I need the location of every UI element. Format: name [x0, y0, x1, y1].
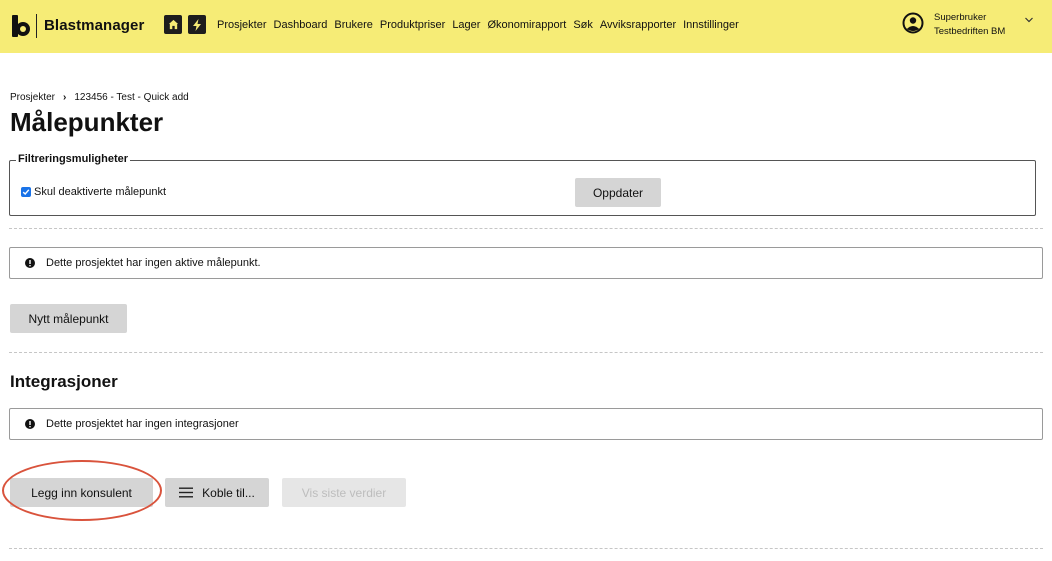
- no-measurement-points-alert: Dette prosjektet har ingen aktive målepu…: [9, 247, 1043, 279]
- page-title: Målepunkter: [10, 107, 164, 137]
- connect-button[interactable]: Koble til...: [165, 478, 269, 507]
- menu-icon: [179, 487, 194, 498]
- new-measurement-point-button[interactable]: Nytt målepunkt: [10, 304, 127, 333]
- home-button[interactable]: [164, 15, 182, 34]
- filter-fieldset: Filtreringsmuligheter Skul deaktiverte m…: [9, 153, 1036, 216]
- hide-deactivated-label[interactable]: Skul deaktiverte målepunkt: [34, 186, 166, 198]
- user-name[interactable]: Superbruker: [934, 12, 986, 23]
- show-latest-values-button: Vis siste verdier: [282, 478, 406, 507]
- nav-item-okonomirapport[interactable]: Økonomirapport: [487, 19, 566, 31]
- breadcrumb-separator-icon: ›: [63, 92, 67, 103]
- breadcrumb-current: 123456 - Test - Quick add: [74, 92, 189, 103]
- integrations-title: Integrasjoner: [10, 372, 118, 391]
- blastmanager-logo-icon[interactable]: [12, 15, 32, 37]
- add-consultant-button[interactable]: Legg inn konsulent: [10, 478, 153, 507]
- exclamation-icon: [25, 258, 35, 268]
- nav-item-dashboard[interactable]: Dashboard: [274, 19, 328, 31]
- alert-message: Dette prosjektet har ingen integrasjoner: [46, 418, 239, 430]
- nav-item-brukere[interactable]: Brukere: [334, 19, 373, 31]
- brand-divider: [36, 14, 37, 38]
- top-navigation-bar: Blastmanager Prosjekter Dashboard Bruker…: [0, 0, 1052, 53]
- main-nav: Prosjekter Dashboard Brukere Produktpris…: [217, 19, 746, 31]
- alert-message: Dette prosjektet har ingen aktive målepu…: [46, 257, 261, 269]
- user-avatar-icon[interactable]: [902, 12, 924, 34]
- connect-button-label: Koble til...: [202, 485, 255, 500]
- home-icon: [168, 19, 178, 30]
- breadcrumb: Prosjekter › 123456 - Test - Quick add: [10, 92, 189, 103]
- nav-item-innstillinger[interactable]: Innstillinger: [683, 19, 739, 31]
- nav-item-prosjekter[interactable]: Prosjekter: [217, 19, 267, 31]
- chevron-down-icon[interactable]: [1024, 16, 1034, 24]
- no-integrations-alert: Dette prosjektet har ingen integrasjoner: [9, 408, 1043, 440]
- section-divider: [9, 352, 1043, 353]
- nav-item-produktpriser[interactable]: Produktpriser: [380, 19, 445, 31]
- nav-item-sok[interactable]: Søk: [573, 19, 593, 31]
- filter-legend: Filtreringsmuligheter: [16, 153, 131, 165]
- section-divider: [9, 548, 1043, 549]
- checkmark-icon: [22, 189, 30, 196]
- brand-name[interactable]: Blastmanager: [44, 17, 144, 34]
- update-button[interactable]: Oppdater: [575, 178, 661, 207]
- nav-item-avviksrapporter[interactable]: Avviksrapporter: [600, 19, 676, 31]
- quick-add-button[interactable]: [188, 15, 206, 34]
- nav-item-lager[interactable]: Lager: [452, 19, 480, 31]
- breadcrumb-root[interactable]: Prosjekter: [10, 92, 55, 103]
- lightning-icon: [193, 18, 201, 31]
- user-company[interactable]: Testbedriften BM: [934, 26, 1005, 37]
- hide-deactivated-checkbox[interactable]: [21, 187, 31, 197]
- section-divider: [9, 228, 1043, 229]
- exclamation-icon: [25, 419, 35, 429]
